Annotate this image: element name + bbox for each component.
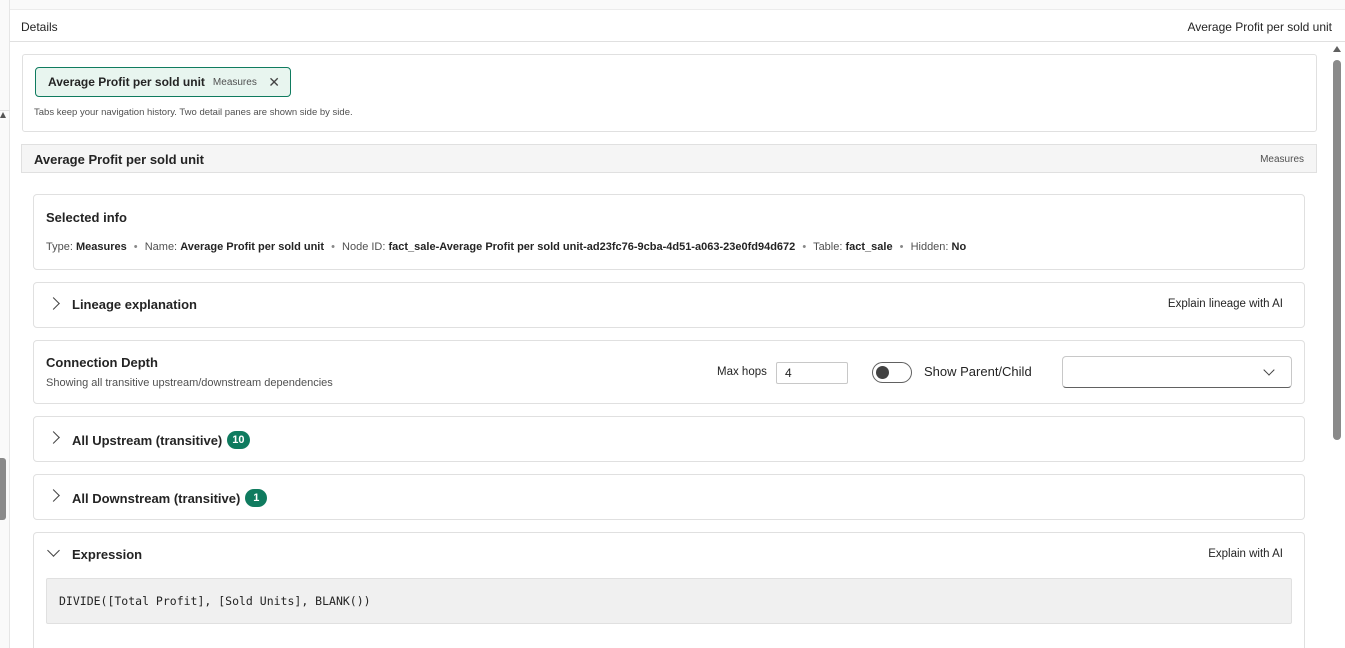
separator-dot: • <box>899 241 904 253</box>
left-pane-scrollbar[interactable] <box>0 458 6 520</box>
max-hops-label: Max hops <box>717 366 767 378</box>
chevron-right-icon[interactable] <box>47 297 60 310</box>
selected-info-heading: Selected info <box>46 210 127 225</box>
expression-code: DIVIDE([Total Profit], [Sold Units], BLA… <box>46 578 1292 624</box>
hidden-value: No <box>951 241 967 253</box>
downstream-count-badge: 1 <box>245 489 268 507</box>
separator-dot: • <box>331 241 335 253</box>
details-header: Details Average Profit per sold unit <box>10 14 1345 42</box>
lineage-explanation-title: Lineage explanation <box>72 297 197 312</box>
all-upstream-section[interactable]: All Upstream (transitive) 10 <box>33 416 1305 462</box>
scroll-up-icon[interactable] <box>1333 46 1341 52</box>
detail-tab-name: Average Profit per sold unit <box>48 75 205 89</box>
connection-depth-subtitle: Showing all transitive upstream/downstre… <box>46 377 333 389</box>
selected-info-card: Selected info Type: Measures • Name: Ave… <box>33 194 1305 270</box>
depth-dropdown[interactable] <box>1062 356 1292 388</box>
hidden-label: Hidden: <box>910 241 949 253</box>
upstream-count-badge: 10 <box>227 431 250 449</box>
separator-dot: • <box>802 241 807 253</box>
chevron-right-icon[interactable] <box>47 431 60 444</box>
connection-depth-card: Connection Depth Showing all transitive … <box>33 340 1305 404</box>
all-upstream-label: All Upstream (transitive) 10 <box>72 431 250 449</box>
lineage-explanation-label: Lineage explanation <box>72 297 197 312</box>
type-label: Type: <box>46 241 73 253</box>
toggle-knob <box>876 366 889 379</box>
show-parent-child-toggle[interactable] <box>872 362 912 383</box>
details-scrollbar[interactable] <box>1329 42 1345 648</box>
all-downstream-label: All Downstream (transitive) 1 <box>72 489 268 507</box>
all-upstream-title: All Upstream (transitive) <box>72 432 223 448</box>
lineage-explanation-section[interactable]: Lineage explanation Explain lineage with… <box>33 282 1305 328</box>
detail-tab[interactable]: Average Profit per sold unit Measures ✕ <box>35 67 291 97</box>
chevron-down-icon[interactable] <box>47 544 60 557</box>
table-value: fact_sale <box>845 241 893 253</box>
expression-label[interactable]: Expression <box>72 547 142 562</box>
separator-dot: • <box>133 241 138 253</box>
scrollbar-thumb[interactable] <box>1333 60 1341 440</box>
detail-tab-type: Measures <box>212 76 257 88</box>
name-value: Average Profit per sold unit <box>180 241 325 253</box>
connection-depth-heading: Connection Depth <box>46 355 158 370</box>
all-downstream-section[interactable]: All Downstream (transitive) 1 <box>33 474 1305 520</box>
expression-title: Expression <box>72 547 143 562</box>
chevron-down-icon <box>1263 364 1275 376</box>
type-value: Measures <box>75 241 127 253</box>
detail-tabs-panel: Average Profit per sold unit Measures ✕ … <box>22 54 1317 132</box>
left-scroll-up-icon[interactable] <box>0 112 6 118</box>
explain-with-ai-button[interactable]: Explain with AI <box>1208 548 1283 560</box>
max-hops-input[interactable] <box>776 362 848 384</box>
tabs-hint: Tabs keep your navigation history. Two d… <box>34 107 353 118</box>
node-id-label: Node ID: <box>342 241 386 253</box>
node-id-value: fact_sale-Average Profit per sold unit-a… <box>388 241 796 253</box>
left-pane-divider <box>0 110 10 111</box>
top-edge <box>10 0 1345 10</box>
node-title-bar: Average Profit per sold unit Measures <box>21 144 1317 173</box>
node-name: Average Profit per sold unit <box>34 152 204 167</box>
show-parent-child-label: Show Parent/Child <box>924 364 1032 379</box>
table-label: Table: <box>813 241 843 253</box>
chevron-right-icon[interactable] <box>47 489 60 502</box>
all-downstream-title: All Downstream (transitive) <box>72 490 241 506</box>
explain-lineage-button[interactable]: Explain lineage with AI <box>1168 298 1283 310</box>
node-type: Measures <box>1260 154 1304 165</box>
name-label: Name: <box>144 241 178 253</box>
selected-info-meta: Type: Measures • Name: Average Profit pe… <box>46 241 966 253</box>
details-title: Details <box>21 20 58 34</box>
close-icon[interactable]: ✕ <box>268 75 280 89</box>
details-node-title: Average Profit per sold unit <box>1187 20 1332 34</box>
left-pane-edge <box>0 0 10 648</box>
expression-section: Expression Explain with AI DIVIDE([Total… <box>33 532 1305 648</box>
